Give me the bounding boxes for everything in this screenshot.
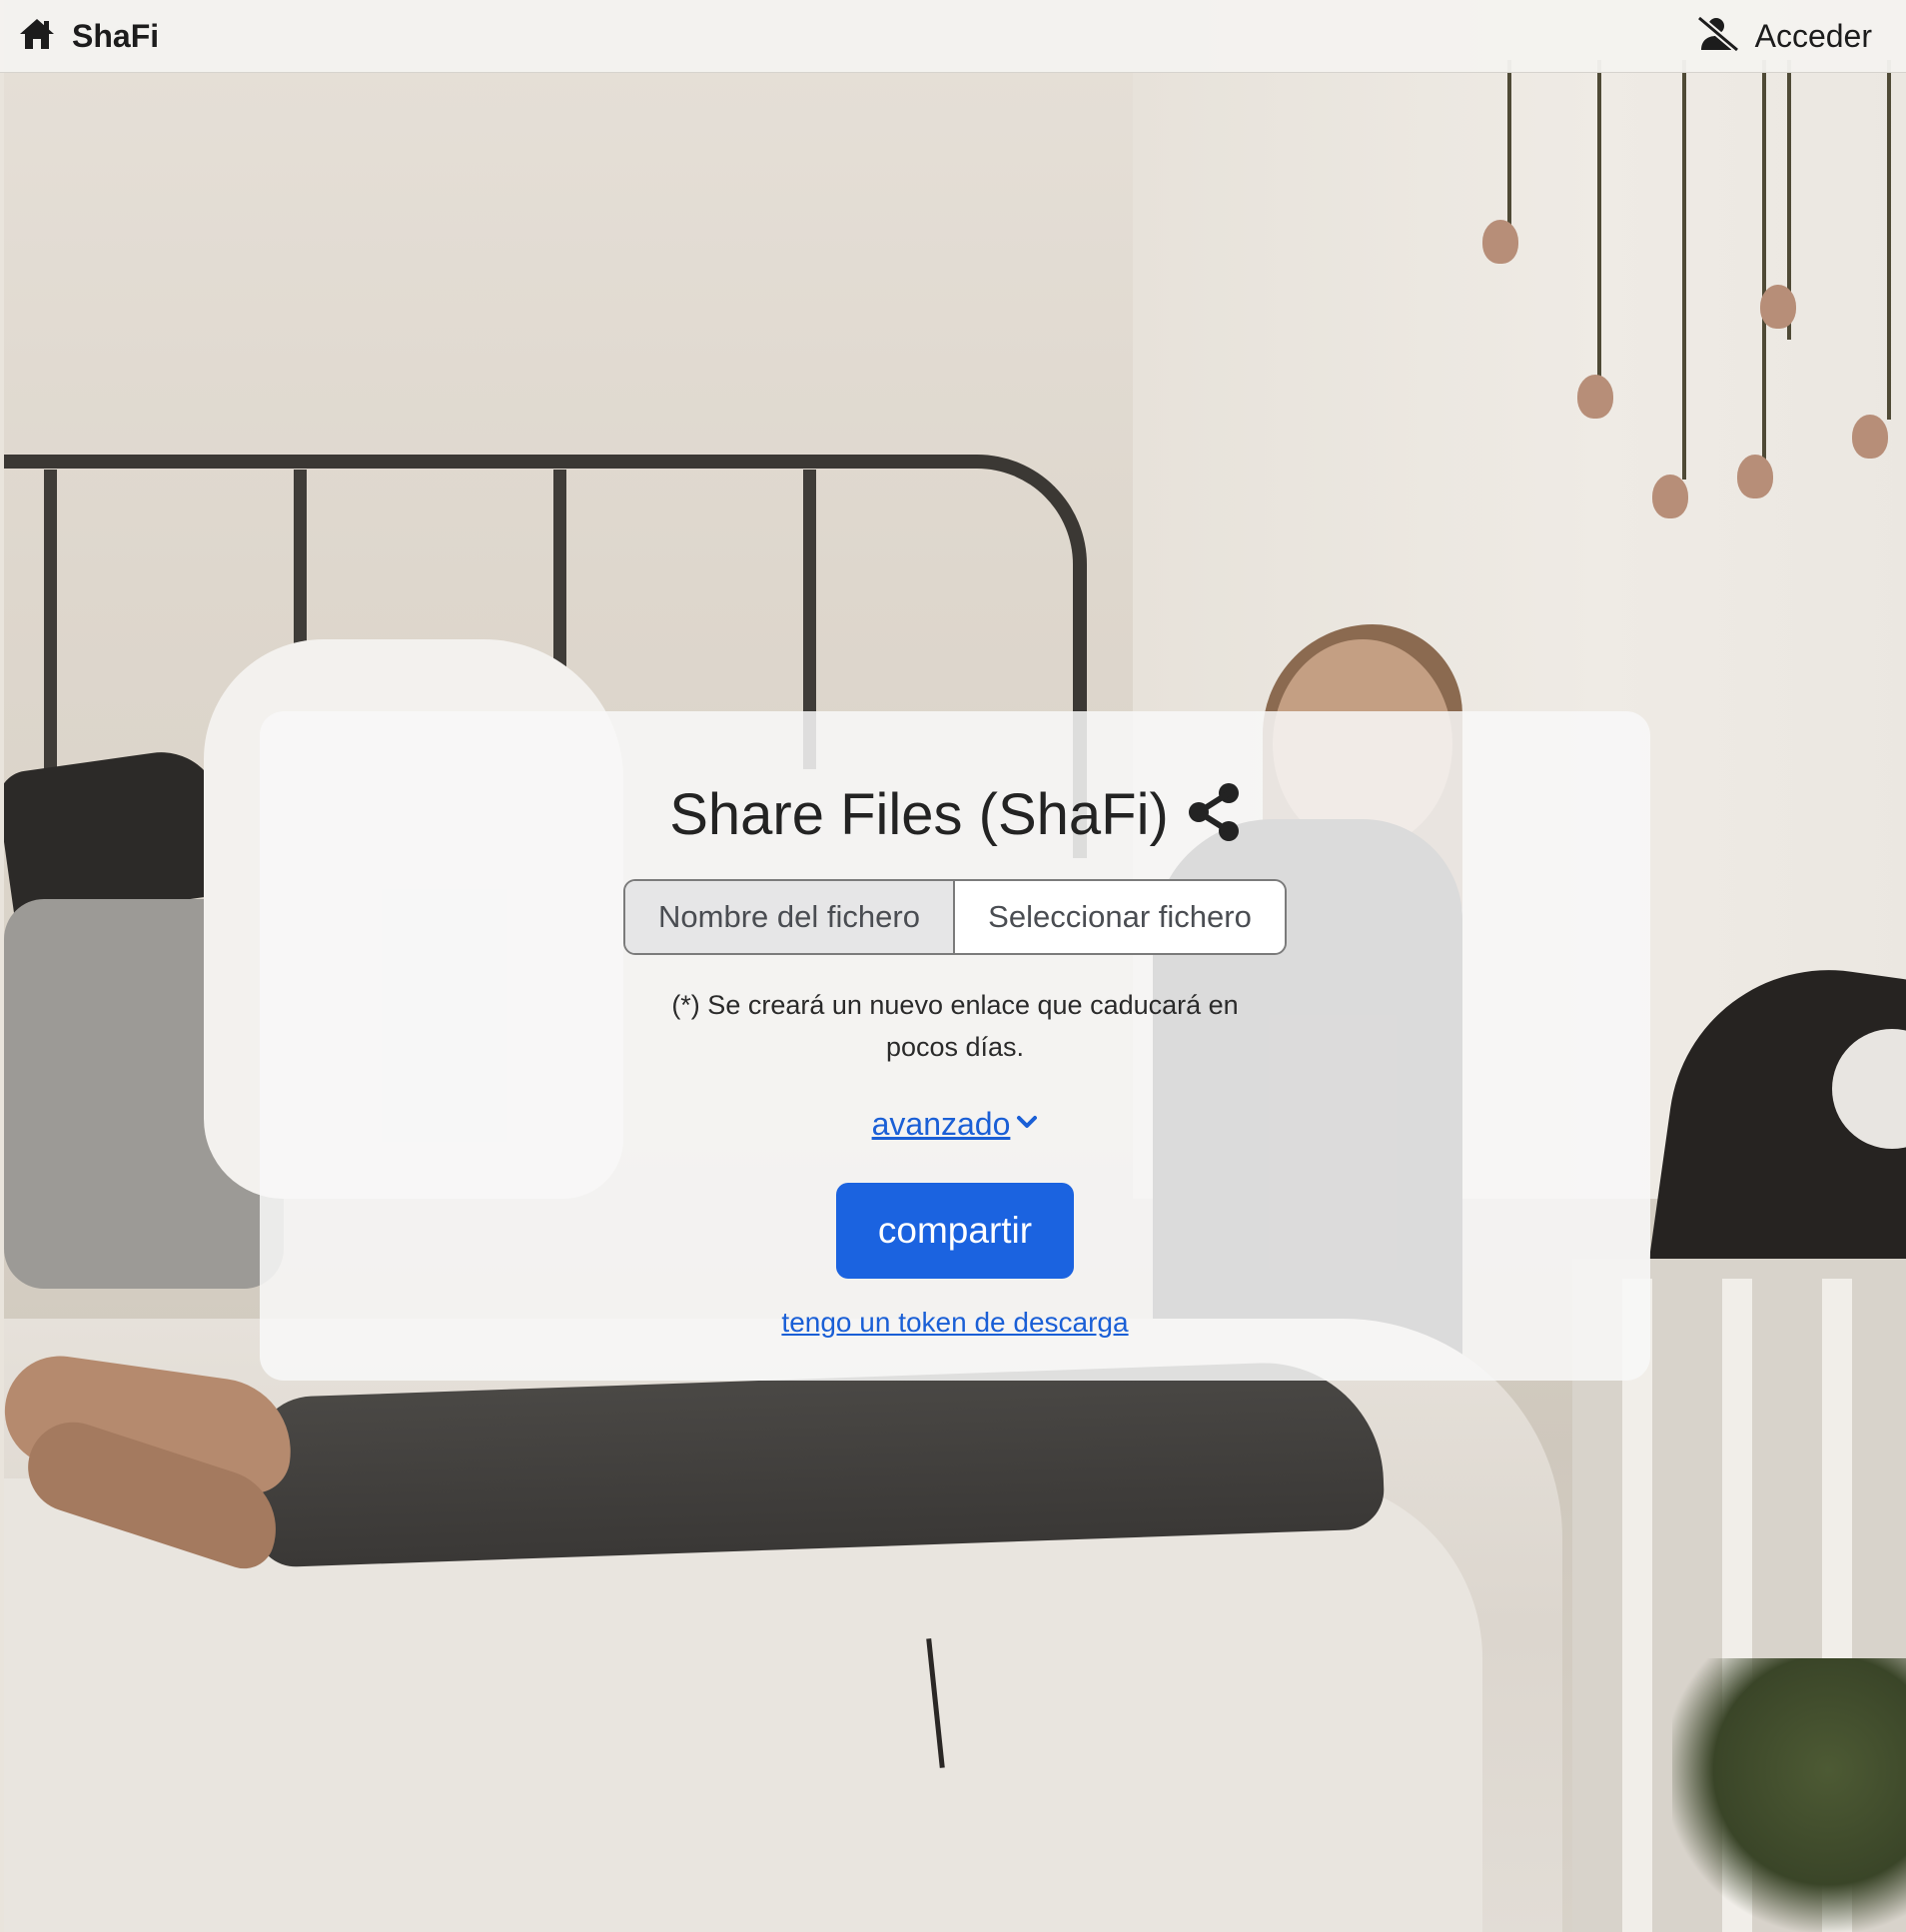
- chevron-down-icon: [1016, 1114, 1038, 1135]
- download-token-link[interactable]: tengo un token de descarga: [260, 1307, 1650, 1339]
- brand-link[interactable]: ShaFi: [18, 17, 159, 56]
- page-title: Share Files (ShaFi): [669, 782, 1169, 847]
- share-button[interactable]: compartir: [836, 1183, 1074, 1279]
- login-label: Acceder: [1754, 17, 1872, 54]
- title-row: Share Files (ShaFi): [260, 781, 1650, 848]
- brand-name: ShaFi: [72, 17, 160, 54]
- advanced-toggle[interactable]: avanzado: [260, 1106, 1650, 1143]
- expiry-notice: (*) Se creará un nuevo enlace que caduca…: [671, 990, 1239, 1062]
- share-icon: [1187, 782, 1241, 847]
- login-link[interactable]: Acceder: [1696, 14, 1872, 57]
- advanced-link[interactable]: avanzado: [872, 1106, 1011, 1143]
- top-navbar: ShaFi Acceder: [0, 0, 1906, 73]
- select-file-button[interactable]: Seleccionar fichero: [955, 881, 1285, 953]
- share-card: Share Files (ShaFi) Nombre del fichero S…: [260, 711, 1650, 1381]
- file-input-group[interactable]: Nombre del fichero Seleccionar fichero: [623, 879, 1287, 955]
- file-name-label: Nombre del fichero: [625, 881, 955, 953]
- user-slash-icon: [1696, 14, 1739, 57]
- home-icon: [18, 17, 56, 56]
